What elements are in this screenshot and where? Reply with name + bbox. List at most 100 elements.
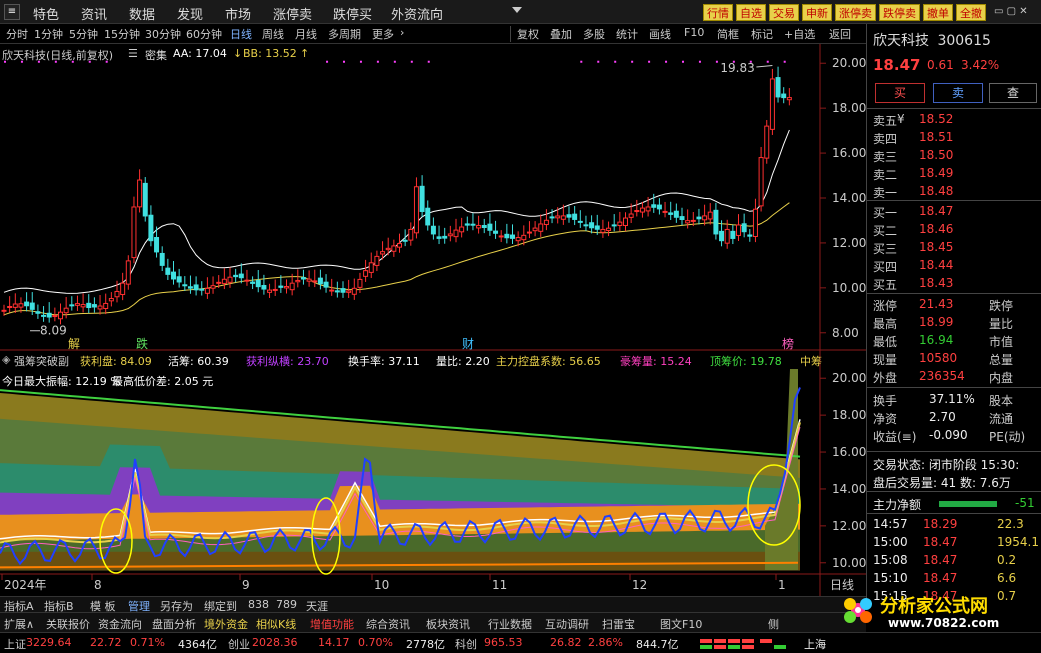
function-tab[interactable]: 境外资金 [204, 616, 248, 632]
top-button-watchlist[interactable]: 自选 [736, 4, 766, 21]
menu-bar: ≡ 特色 资讯 数据 发现 市场 涨停卖 跌停买 外资流向 行情 自选 交易 申… [0, 0, 1041, 24]
candle-body [775, 77, 781, 98]
top-button-trade[interactable]: 交易 [769, 4, 799, 21]
menu-item-special[interactable]: 特色 [33, 4, 59, 23]
tool-mark[interactable]: 标记 [751, 26, 773, 42]
candle-body [685, 220, 691, 224]
period-tab-30min[interactable]: 30分钟 [145, 26, 181, 42]
app-logo-icon[interactable]: ≡ [4, 4, 20, 20]
menu-item-limit-down-buy[interactable]: 跌停买 [333, 4, 372, 23]
candle-body [244, 279, 250, 282]
buy-button[interactable]: 买 [875, 83, 925, 103]
candle-body [363, 270, 369, 277]
candle-body [752, 208, 758, 238]
function-tab[interactable]: 互动调研 [545, 616, 589, 632]
indicator-tab[interactable]: 789 [276, 598, 297, 611]
signal-dot [631, 60, 634, 63]
candle-body [182, 284, 188, 287]
menu-item-limit-up-sell[interactable]: 涨停卖 [273, 4, 312, 23]
menu-item-news[interactable]: 资讯 [81, 4, 107, 23]
more-chevron-icon[interactable]: › [400, 26, 404, 39]
function-tab[interactable]: 板块资讯 [426, 616, 470, 632]
tool-multi-stock[interactable]: 多股 [583, 26, 605, 42]
tool-stats[interactable]: 统计 [616, 26, 638, 42]
indicator-expand-icon[interactable]: ◈ [2, 353, 10, 366]
menu-item-data[interactable]: 数据 [129, 4, 155, 23]
tick-price: 18.47 [923, 553, 958, 567]
event-marker[interactable]: 解 [68, 337, 80, 351]
candle-body [758, 157, 764, 207]
function-tab[interactable]: 行业数据 [488, 616, 532, 632]
ad-title: 分析家公式网 [880, 596, 988, 617]
event-marker[interactable]: 榜 [782, 336, 794, 351]
tool-overlay[interactable]: 叠加 [550, 26, 572, 42]
tool-adjust[interactable]: 复权 [517, 26, 539, 42]
window-controls[interactable]: ▭ ▢ ✕ [994, 6, 1034, 18]
sell-button[interactable]: 卖 [933, 83, 983, 103]
candle-body [41, 314, 47, 317]
function-tab[interactable]: 资金流向 [98, 616, 142, 632]
x-tick-label: 9 [242, 578, 250, 592]
function-tab[interactable]: 侧 [768, 616, 779, 632]
ask-price: 18.52 [919, 112, 954, 126]
menu-item-foreign-flow[interactable]: 外资流向 [391, 4, 443, 23]
function-tab[interactable]: 关联报价 [46, 616, 90, 632]
period-tab-5min[interactable]: 5分钟 [69, 26, 98, 42]
candle-body [204, 287, 210, 294]
tool-draw[interactable]: 画线 [649, 26, 671, 42]
candle-body [747, 234, 753, 237]
query-button[interactable]: 查 [989, 83, 1037, 103]
function-tab[interactable]: 盘面分析 [152, 616, 196, 632]
period-tab-1min[interactable]: 1分钟 [34, 26, 63, 42]
sh2-label: 上海 [804, 638, 826, 651]
top-button-ipo[interactable]: 申新 [802, 4, 832, 21]
indicator-tab[interactable]: 838 [248, 598, 269, 611]
indicator-tabs: 指标A 指标B 模 板管理 另存为 绑定到 838 789 天涯 [0, 596, 866, 613]
function-tab[interactable]: 扩展∧ [4, 616, 34, 632]
candle-body [617, 221, 623, 226]
function-tab[interactable]: 相似K线 [256, 616, 296, 632]
top-button-limit-down-sell[interactable]: 跌停卖 [879, 4, 920, 21]
top-button-quote[interactable]: 行情 [703, 4, 733, 21]
tool-back[interactable]: 返回 [829, 26, 851, 42]
function-tab[interactable]: 图文F10 [660, 616, 702, 632]
period-tab-multi[interactable]: 多周期 [328, 26, 361, 42]
menu-item-market[interactable]: 市场 [225, 4, 251, 23]
period-tab-monthly[interactable]: 月线 [295, 26, 317, 42]
candle-body [447, 233, 453, 237]
period-tab-15min[interactable]: 15分钟 [104, 26, 140, 42]
candle-body [300, 277, 306, 280]
menu-dropdown-icon[interactable] [512, 7, 522, 13]
candle-body [453, 229, 459, 238]
event-marker[interactable]: 跌 [136, 336, 148, 351]
top-button-cancel[interactable]: 撤单 [923, 4, 953, 21]
top-button-cancel-all[interactable]: 全撤 [956, 4, 986, 21]
top-button-limit-sell[interactable]: 涨停卖 [835, 4, 876, 21]
legend-chevron-icon[interactable]: ☰ [128, 47, 138, 60]
function-tab[interactable]: 综合资讯 [366, 616, 410, 632]
stock-code: 300615 [937, 33, 991, 49]
quote-panel: 欣天科技 300615 18.47 0.61 3.42% 买 卖 查 卖五 18.… [866, 24, 1041, 607]
candle-body [63, 307, 69, 314]
period-tab-intraday[interactable]: 分时 [6, 26, 28, 42]
period-tab-daily[interactable]: 日线 [230, 26, 252, 42]
event-marker[interactable]: 财 [462, 337, 474, 351]
menu-item-discover[interactable]: 发现 [177, 4, 203, 23]
sh-amount: 4364亿 [178, 638, 217, 651]
chart-area[interactable]: 20.00 18.00 16.00 14.00 12.00 10.00 8.00 19.83 8… [0, 44, 866, 596]
tool-frame[interactable]: 简框 [717, 26, 739, 42]
ind-item-cross: 获利纵横: 23.70 [246, 355, 329, 368]
tool-add-watch[interactable]: +自选 [784, 26, 815, 42]
period-tab-more[interactable]: 更多 [372, 26, 394, 42]
function-tab[interactable]: 扫雷宝 [602, 616, 635, 632]
period-tab-weekly[interactable]: 周线 [262, 26, 284, 42]
x-tick-label: 12 [632, 578, 647, 592]
stat-label-2: 内盘 [989, 371, 1014, 385]
period-tab-60min[interactable]: 60分钟 [186, 26, 222, 42]
tool-f10[interactable]: F10 [684, 26, 704, 39]
ind-high-low-diff: 最高低价差: 2.05 元 [112, 375, 214, 388]
candle-body [193, 284, 199, 291]
candle-body [97, 305, 103, 310]
candle-body [521, 234, 527, 241]
function-tab[interactable]: 增值功能 [310, 616, 354, 632]
